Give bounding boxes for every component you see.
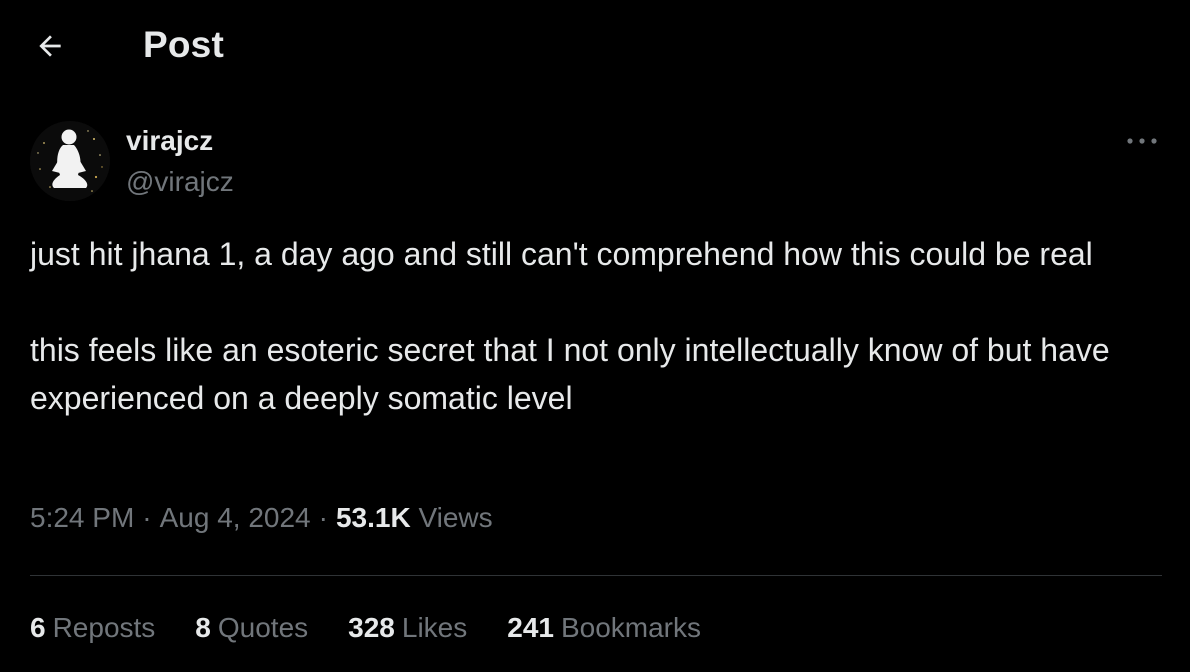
avatar-meditating-figure-icon: [30, 121, 110, 201]
engagement-stats: 6 Reposts 8 Quotes 328 Likes 241 Bookmarks: [30, 612, 701, 644]
post-time[interactable]: 5:24 PM: [30, 502, 134, 533]
post-meta: 5:24 PM · Aug 4, 2024 · 53.1K Views: [30, 502, 493, 534]
reposts-count: 6: [30, 612, 46, 643]
divider: [30, 575, 1162, 576]
meta-separator: ·: [318, 502, 328, 533]
quotes-label: Quotes: [217, 612, 309, 643]
likes-stat[interactable]: 328 Likes: [348, 612, 467, 644]
post-text: just hit jhana 1, a day ago and still ca…: [30, 230, 1165, 422]
views-label: Views: [418, 502, 493, 533]
more-options-button[interactable]: [1122, 126, 1162, 156]
reposts-label: Reposts: [52, 612, 156, 643]
post-paragraph: just hit jhana 1, a day ago and still ca…: [30, 236, 1093, 272]
author-name[interactable]: virajcz: [126, 125, 213, 157]
bookmarks-label: Bookmarks: [560, 612, 702, 643]
bookmarks-count: 241: [507, 612, 554, 643]
back-button[interactable]: [28, 26, 72, 66]
quotes-stat[interactable]: 8 Quotes: [195, 612, 308, 644]
reposts-stat[interactable]: 6 Reposts: [30, 612, 155, 644]
author-handle[interactable]: @virajcz: [126, 166, 234, 198]
views-count: 53.1K: [335, 502, 411, 533]
bookmarks-stat[interactable]: 241 Bookmarks: [507, 612, 701, 644]
quotes-count: 8: [195, 612, 211, 643]
ellipsis-icon: [1127, 138, 1157, 144]
meta-separator: ·: [142, 502, 152, 533]
avatar[interactable]: [30, 121, 110, 201]
arrow-left-icon: [39, 35, 61, 57]
post-paragraph: this feels like an esoteric secret that …: [30, 332, 1110, 416]
page-title: Post: [143, 24, 224, 65]
likes-label: Likes: [401, 612, 468, 643]
post-date[interactable]: Aug 4, 2024: [160, 502, 311, 533]
page-header: Post: [0, 0, 1190, 92]
likes-count: 328: [348, 612, 395, 643]
